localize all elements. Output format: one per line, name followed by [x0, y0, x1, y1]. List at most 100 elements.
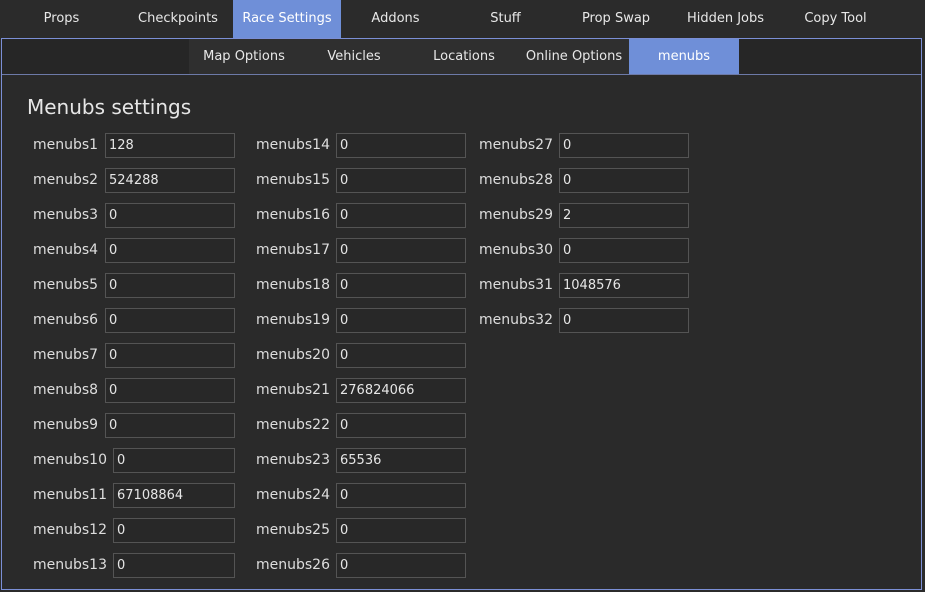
tab-hidden-jobs[interactable]: Hidden Jobs — [671, 0, 780, 38]
field-menubs31: menubs31 — [479, 273, 694, 298]
menubs12-input[interactable] — [113, 518, 235, 543]
field-menubs20: menubs20 — [256, 343, 471, 368]
menubs31-input[interactable] — [559, 273, 689, 298]
tab-checkpoints[interactable]: Checkpoints — [123, 0, 233, 38]
subtab-menubs[interactable]: menubs — [629, 39, 739, 74]
field-menubs16: menubs16 — [256, 203, 471, 228]
menubs8-input[interactable] — [105, 378, 235, 403]
field-label: menubs28 — [479, 172, 553, 188]
field-menubs11: menubs11 — [33, 483, 248, 508]
field-menubs7: menubs7 — [33, 343, 248, 368]
menubs20-input[interactable] — [336, 343, 466, 368]
menubs27-input[interactable] — [559, 133, 689, 158]
menubs11-input[interactable] — [113, 483, 235, 508]
top-navigation: Props Checkpoints Race Settings Addons S… — [0, 0, 925, 38]
menubs10-input[interactable] — [113, 448, 235, 473]
field-label: menubs32 — [479, 312, 553, 328]
menubs3-input[interactable] — [105, 203, 235, 228]
tab-race-settings[interactable]: Race Settings — [233, 0, 341, 38]
field-label: menubs3 — [33, 207, 99, 223]
menubs24-input[interactable] — [336, 483, 466, 508]
field-menubs4: menubs4 — [33, 238, 248, 263]
field-label: menubs7 — [33, 347, 99, 363]
menubs22-input[interactable] — [336, 413, 466, 438]
menubs21-input[interactable] — [336, 378, 466, 403]
field-menubs32: menubs32 — [479, 308, 694, 333]
field-menubs19: menubs19 — [256, 308, 471, 333]
field-menubs28: menubs28 — [479, 168, 694, 193]
field-label: menubs26 — [256, 557, 330, 573]
field-menubs29: menubs29 — [479, 203, 694, 228]
menubs14-input[interactable] — [336, 133, 466, 158]
field-label: menubs16 — [256, 207, 330, 223]
menubs30-input[interactable] — [559, 238, 689, 263]
menubs29-input[interactable] — [559, 203, 689, 228]
menubs9-input[interactable] — [105, 413, 235, 438]
menubs13-input[interactable] — [113, 553, 235, 578]
field-label: menubs5 — [33, 277, 99, 293]
field-label: menubs25 — [256, 522, 330, 538]
menubs25-input[interactable] — [336, 518, 466, 543]
field-menubs14: menubs14 — [256, 133, 471, 158]
menubs17-input[interactable] — [336, 238, 466, 263]
field-label: menubs29 — [479, 207, 553, 223]
menubs2-input[interactable] — [105, 168, 235, 193]
field-menubs15: menubs15 — [256, 168, 471, 193]
subtab-online-options[interactable]: Online Options — [519, 39, 629, 74]
field-menubs10: menubs10 — [33, 448, 248, 473]
field-menubs18: menubs18 — [256, 273, 471, 298]
field-menubs8: menubs8 — [33, 378, 248, 403]
field-menubs27: menubs27 — [479, 133, 694, 158]
menubs16-input[interactable] — [336, 203, 466, 228]
tab-stuff[interactable]: Stuff — [450, 0, 561, 38]
field-label: menubs2 — [33, 172, 99, 188]
subtab-locations[interactable]: Locations — [409, 39, 519, 74]
tab-prop-swap[interactable]: Prop Swap — [561, 0, 671, 38]
menubs7-input[interactable] — [105, 343, 235, 368]
field-label: menubs27 — [479, 137, 553, 153]
field-label: menubs21 — [256, 382, 330, 398]
field-label: menubs18 — [256, 277, 330, 293]
field-menubs25: menubs25 — [256, 518, 471, 543]
field-menubs13: menubs13 — [33, 553, 248, 578]
field-label: menubs6 — [33, 312, 99, 328]
field-menubs21: menubs21 — [256, 378, 471, 403]
tab-copy-tool[interactable]: Copy Tool — [780, 0, 891, 38]
field-menubs30: menubs30 — [479, 238, 694, 263]
subtab-map-options[interactable]: Map Options — [189, 39, 299, 74]
field-label: menubs17 — [256, 242, 330, 258]
field-menubs9: menubs9 — [33, 413, 248, 438]
menubs19-input[interactable] — [336, 308, 466, 333]
menubs1-input[interactable] — [105, 133, 235, 158]
menubs15-input[interactable] — [336, 168, 466, 193]
menubs18-input[interactable] — [336, 273, 466, 298]
field-label: menubs30 — [479, 242, 553, 258]
field-menubs6: menubs6 — [33, 308, 248, 333]
field-label: menubs10 — [33, 452, 107, 468]
field-label: menubs23 — [256, 452, 330, 468]
sub-navigation: Map Options Vehicles Locations Online Op… — [2, 39, 921, 75]
menubs23-input[interactable] — [336, 448, 466, 473]
field-menubs12: menubs12 — [33, 518, 248, 543]
menubs4-input[interactable] — [105, 238, 235, 263]
menubs32-input[interactable] — [559, 308, 689, 333]
field-label: menubs8 — [33, 382, 99, 398]
field-label: menubs22 — [256, 417, 330, 433]
field-label: menubs20 — [256, 347, 330, 363]
menubs26-input[interactable] — [336, 553, 466, 578]
field-menubs26: menubs26 — [256, 553, 471, 578]
menubs28-input[interactable] — [559, 168, 689, 193]
field-label: menubs24 — [256, 487, 330, 503]
field-label: menubs12 — [33, 522, 107, 538]
field-menubs5: menubs5 — [33, 273, 248, 298]
tab-props[interactable]: Props — [0, 0, 123, 38]
section-title: Menubs settings — [27, 95, 192, 119]
subtab-vehicles[interactable]: Vehicles — [299, 39, 409, 74]
menubs6-input[interactable] — [105, 308, 235, 333]
tab-addons[interactable]: Addons — [341, 0, 450, 38]
field-label: menubs19 — [256, 312, 330, 328]
field-menubs2: menubs2 — [33, 168, 248, 193]
menubs5-input[interactable] — [105, 273, 235, 298]
field-menubs23: menubs23 — [256, 448, 471, 473]
field-menubs17: menubs17 — [256, 238, 471, 263]
